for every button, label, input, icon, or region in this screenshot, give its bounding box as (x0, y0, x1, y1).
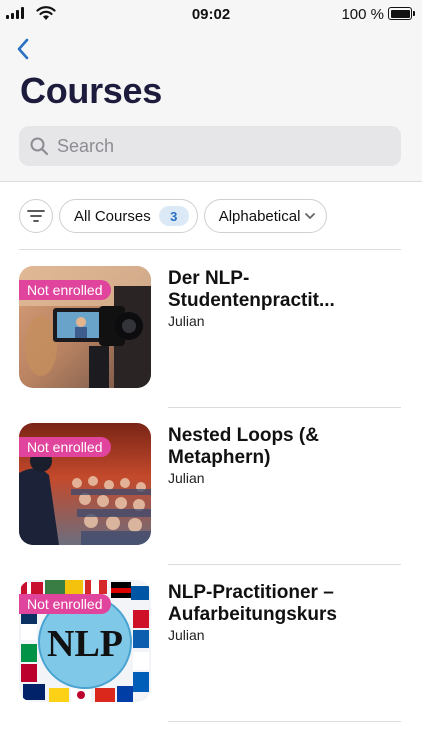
filter-button[interactable] (19, 199, 53, 233)
course-thumbnail[interactable]: Not enrolled (19, 423, 151, 545)
search-icon (30, 137, 49, 156)
enrollment-tag: Not enrolled (19, 437, 111, 457)
search-bar[interactable] (19, 126, 401, 166)
course-item[interactable]: Not enrolled Der NLP-Studentenpractit...… (19, 266, 401, 408)
enrollment-tag: Not enrolled (19, 594, 111, 614)
battery-percentage: 100 % (341, 6, 384, 23)
filter-bar: All Courses 3 Alphabetical (19, 199, 328, 233)
header-area: 09:02 100 % Courses (0, 0, 422, 182)
row-divider (168, 564, 401, 565)
row-divider (168, 407, 401, 408)
course-info: NLP-Practitioner – Aufarbeitungskurs Jul… (168, 582, 401, 643)
search-input[interactable] (57, 135, 377, 157)
course-author: Julian (168, 627, 205, 643)
course-title[interactable]: NLP-Practitioner – Aufarbeitungskurs (168, 582, 401, 626)
course-item[interactable]: Not enrolled Nested Loops (& Metaphern) … (19, 423, 401, 565)
course-info: Nested Loops (& Metaphern) Julian (168, 425, 401, 486)
battery-icon (388, 7, 415, 20)
sort-dropdown[interactable]: Alphabetical (203, 199, 328, 233)
enrollment-tag: Not enrolled (19, 280, 111, 300)
course-author: Julian (168, 313, 205, 329)
all-courses-label: All Courses (74, 207, 151, 225)
status-bar: 09:02 100 % (0, 0, 422, 28)
course-item[interactable]: NLP Not enrolled NLP-Practitioner – Aufa… (19, 580, 401, 722)
course-title[interactable]: Der NLP-Studentenpractit... (168, 268, 401, 312)
course-count-badge: 3 (158, 206, 189, 226)
course-thumbnail[interactable]: NLP Not enrolled (19, 580, 151, 702)
list-divider (19, 249, 401, 250)
course-thumbnail[interactable]: Not enrolled (19, 266, 151, 388)
page-title: Courses (20, 70, 162, 111)
svg-text:NLP: NLP (47, 623, 123, 665)
course-title[interactable]: Nested Loops (& Metaphern) (168, 425, 401, 469)
chevron-down-icon (305, 213, 316, 219)
all-courses-chip[interactable]: All Courses 3 (59, 199, 198, 233)
filter-lines-icon (27, 210, 45, 222)
row-divider (168, 721, 401, 722)
course-author: Julian (168, 470, 205, 486)
chevron-left-icon[interactable] (14, 36, 34, 62)
course-info: Der NLP-Studentenpractit... Julian (168, 268, 401, 329)
sort-label: Alphabetical (218, 207, 301, 225)
